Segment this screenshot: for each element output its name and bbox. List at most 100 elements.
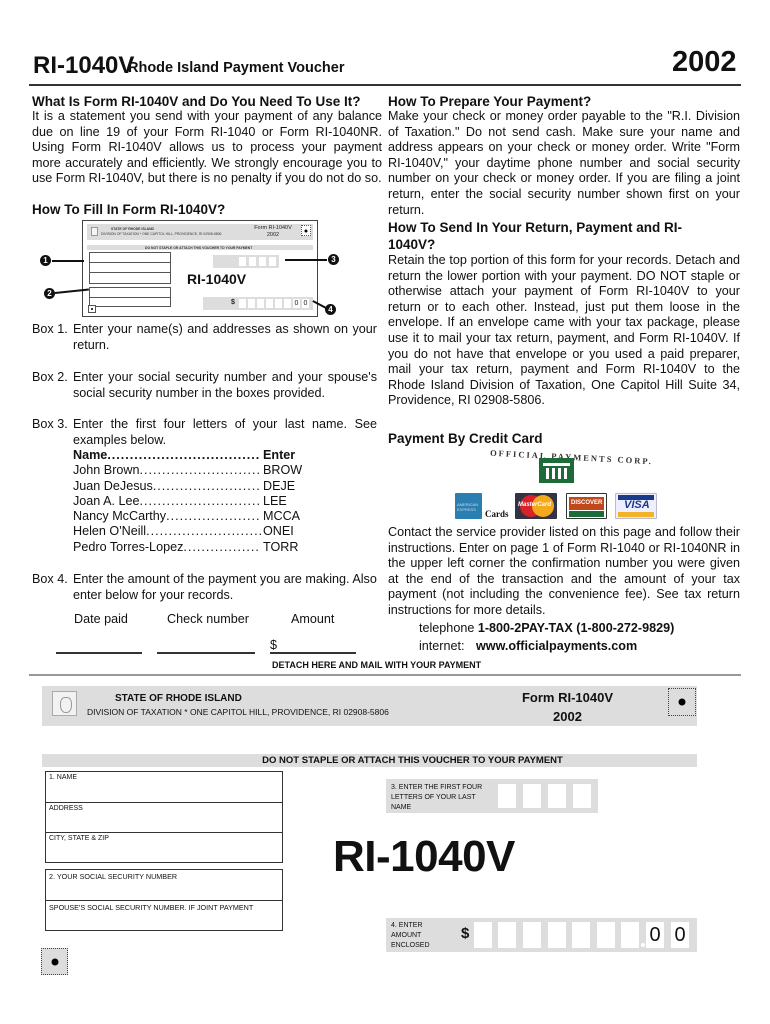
name-field[interactable]: 1. NAME — [46, 772, 282, 802]
example-code: LEE — [263, 493, 287, 508]
detach-notice: DETACH HERE AND MAIL WITH YOUR PAYMENT — [272, 660, 482, 670]
diagram-amount-cell — [284, 299, 291, 308]
diagram-cent: 0 — [293, 299, 300, 308]
header-rule — [29, 84, 741, 86]
diagram-letter-cell — [249, 257, 256, 266]
discover-icon: DISCOVER — [566, 493, 607, 519]
column-enter: Enter — [263, 448, 296, 462]
amount-digit-cell[interactable] — [621, 922, 639, 948]
example-code: BROW — [263, 463, 303, 478]
ssn-label: 2. YOUR SOCIAL SECURITY NUMBER — [49, 872, 178, 881]
box-1-instruction: Box 1. Enter your name(s) and addresses … — [32, 322, 377, 353]
state-seal-icon — [52, 691, 77, 716]
voucher-division: DIVISION OF TAXATION * ONE CAPITOL HILL,… — [87, 707, 389, 717]
leader-dots — [183, 540, 261, 555]
city-state-zip-label: CITY, STATE & ZIP — [49, 835, 109, 842]
callout-4-icon: 4 — [325, 304, 336, 315]
american-express-icon: AMERICAN EXPRESS — [455, 493, 482, 519]
amount-digit-cell[interactable] — [474, 922, 492, 948]
address-label: ADDRESS — [49, 805, 83, 812]
send-body: Retain the top portion of this form for … — [388, 253, 740, 408]
callout-1-icon: 1 — [40, 255, 51, 266]
city-state-zip-field[interactable]: CITY, STATE & ZIP — [46, 832, 282, 862]
internet-link[interactable]: www.officialpayments.com — [476, 639, 637, 653]
leader-dots — [146, 524, 261, 539]
mastercard-icon: MasterCard — [515, 493, 557, 519]
diagram-amount-cell — [257, 299, 264, 308]
arrow-icon — [285, 259, 327, 261]
name-examples-table: Name Enter John Brown BROW Juan DeJesus DE… — [73, 448, 303, 555]
leader-dots — [107, 448, 261, 463]
box-label: Box 2. — [32, 370, 68, 384]
amount-label-line: 4. ENTER — [391, 922, 423, 929]
amount-field[interactable] — [270, 652, 356, 654]
example-name: Nancy McCarthy — [73, 509, 167, 524]
check-number-field[interactable] — [157, 652, 255, 654]
registration-dot-icon — [41, 948, 68, 975]
diagram-division: DIVISION OF TAXATION * ONE CAPITOL HILL,… — [101, 232, 222, 236]
diagram-dot-box — [88, 305, 96, 313]
ssn-box: 2. YOUR SOCIAL SECURITY NUMBER SPOUSE'S … — [45, 869, 283, 931]
prepare-body: Make your check or money order payable t… — [388, 109, 740, 217]
spouse-ssn-label: SPOUSE'S SOCIAL SECURITY NUMBER. IF JOIN… — [49, 903, 254, 912]
credit-body: Contact the service provider listed on t… — [388, 525, 740, 617]
diagram-letter-cell — [269, 257, 276, 266]
amount-digit-cell[interactable] — [548, 922, 566, 948]
mastercard-text: MasterCard — [518, 502, 552, 508]
date-paid-field[interactable] — [56, 652, 142, 654]
ssn-field[interactable]: 2. YOUR SOCIAL SECURITY NUMBER — [46, 870, 282, 900]
telephone-number[interactable]: 1-800-2PAY-TAX (1-800-272-9829) — [478, 621, 674, 635]
table-row: Helen O'Neill ONEI — [73, 524, 303, 539]
amount-enclosed-label: 4. ENTER AMOUNT ENCLOSED — [391, 921, 430, 951]
amount-digit-cell[interactable] — [498, 922, 516, 948]
diagram-amount-cell — [239, 299, 246, 308]
spouse-ssn-field[interactable]: SPOUSE'S SOCIAL SECURITY NUMBER. IF JOIN… — [46, 900, 282, 930]
diagram-form: Form RI-1040V — [254, 225, 292, 231]
example-name: John Brown — [73, 463, 140, 478]
send-heading: How To Send In Your Return, Payment and … — [388, 220, 683, 252]
tax-year: 2002 — [672, 46, 737, 78]
arrow-icon — [52, 260, 84, 262]
amex-text: AMERICAN EXPRESS — [457, 502, 479, 512]
diagram-dot-box — [301, 225, 311, 236]
amount-digit-cell[interactable] — [597, 922, 615, 948]
decimal-point — [641, 943, 645, 947]
telephone-line: telephone 1-800-2PAY-TAX (1-800-272-9829… — [419, 621, 674, 635]
voucher-diagram: STATE OF RHODE ISLAND DIVISION OF TAXATI… — [82, 220, 318, 317]
diagram-staple: DO NOT STAPLE OR ATTACH THIS VOUCHER TO … — [145, 246, 253, 250]
table-row: John Brown BROW — [73, 463, 303, 478]
example-code: TORR — [263, 539, 299, 554]
address-field[interactable]: ADDRESS — [46, 802, 282, 832]
prepare-heading: How To Prepare Your Payment? — [388, 94, 592, 109]
example-name: Helen O'Neill — [73, 524, 147, 539]
registration-dot-icon — [668, 688, 696, 716]
table-row: Nancy McCarthy MCCA — [73, 509, 303, 524]
form-title: Rhode Island Payment Voucher — [128, 60, 345, 76]
credit-heading: Payment By Credit Card — [388, 431, 543, 446]
amount-dollar-sign: $ — [270, 638, 278, 652]
leader-dots — [140, 494, 261, 509]
letter-cell-3[interactable] — [548, 784, 566, 808]
letter-cell-4[interactable] — [573, 784, 591, 808]
voucher-state: STATE OF RHODE ISLAND — [115, 693, 242, 704]
visa-text: VISA — [624, 499, 650, 511]
letter-cell-2[interactable] — [523, 784, 541, 808]
diagram-year: 2002 — [266, 232, 280, 238]
diagram-state: STATE OF RHODE ISLAND — [111, 227, 155, 231]
what-is-body: It is a statement you send with your pay… — [32, 109, 382, 186]
diagram-dollar: $ — [231, 299, 235, 306]
amount-digit-cell[interactable] — [572, 922, 590, 948]
box-text: Enter your social security number and yo… — [73, 370, 377, 400]
amount-label: Amount — [291, 612, 335, 626]
name-address-box: 1. NAME ADDRESS CITY, STATE & ZIP — [45, 771, 283, 863]
letter-cell-1[interactable] — [498, 784, 516, 808]
what-is-heading: What Is Form RI-1040V and Do You Need To… — [32, 94, 361, 109]
name-label: 1. NAME — [49, 774, 78, 781]
box-label: Box 1. — [32, 322, 68, 336]
leader-dots — [140, 463, 261, 478]
cards-label: Cards — [485, 509, 509, 519]
table-row: Joan A. Lee LEE — [73, 494, 303, 509]
amount-digit-cell[interactable] — [523, 922, 541, 948]
example-name: Juan DeJesus — [73, 478, 153, 493]
telephone-label: telephone — [419, 621, 475, 635]
